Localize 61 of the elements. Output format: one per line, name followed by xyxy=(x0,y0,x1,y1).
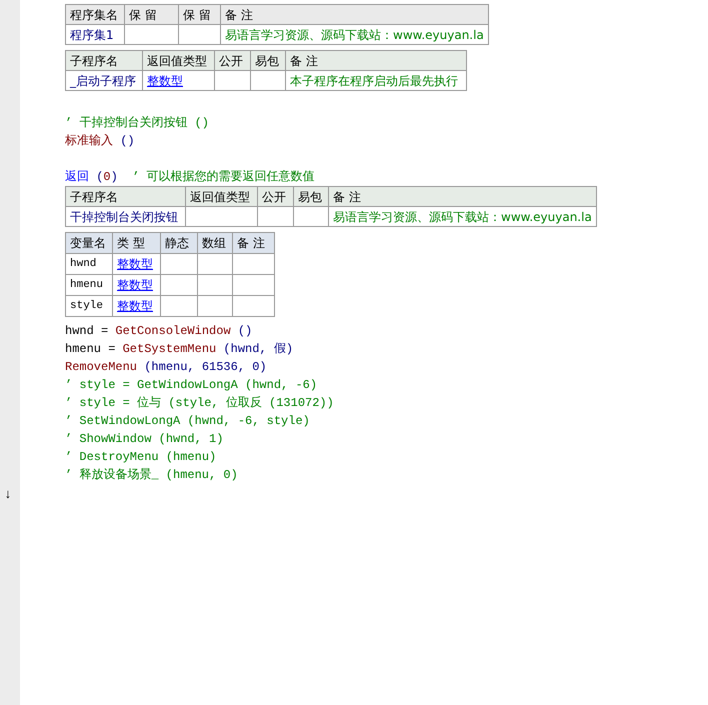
table-cell: 干掉控制台关闭按钮 xyxy=(66,206,186,226)
code-line: ’ style = 位与 (style, 位取反 (131072)) xyxy=(65,396,334,410)
table-cell: hwnd xyxy=(66,254,112,274)
table-cell xyxy=(160,296,198,316)
table-cell xyxy=(178,24,220,44)
code-line: hmenu = GetSystemMenu (hwnd, 假) xyxy=(65,342,294,356)
column-header: 返回值类型 xyxy=(142,50,214,70)
column-header: 子程序名 xyxy=(66,50,142,70)
code-line: 标准输入 () xyxy=(65,134,135,148)
table-cell xyxy=(186,206,258,226)
column-header: 子程序名 xyxy=(66,186,186,206)
column-header: 变量名 xyxy=(66,232,112,254)
table-cell xyxy=(294,206,328,226)
table-cell: 易语言学习资源、源码下载站：www.eyuyan.la xyxy=(220,24,488,44)
column-header: 备 注 xyxy=(232,232,274,254)
arrow-icon: ↓ xyxy=(4,488,12,501)
table-cell xyxy=(250,70,286,90)
table-cell: 易语言学习资源、源码下载站：www.eyuyan.la xyxy=(328,206,596,226)
column-header: 公开 xyxy=(214,50,250,70)
table-cell xyxy=(160,254,198,274)
code-line: ’ DestroyMenu (hmenu) xyxy=(65,450,216,464)
code-line: ’ 释放设备场景_ (hmenu, 0) xyxy=(65,468,238,482)
table-cell xyxy=(198,296,232,316)
column-header: 保 留 xyxy=(178,4,220,24)
table-cell xyxy=(124,24,178,44)
table-cell xyxy=(232,274,274,296)
code-line: RemoveMenu (hmenu, 61536, 0) xyxy=(65,360,267,374)
table-cell xyxy=(258,206,294,226)
table-cell: 整数型 xyxy=(142,70,214,90)
column-header: 备 注 xyxy=(220,4,488,24)
column-header: 返回值类型 xyxy=(186,186,258,206)
table-cell xyxy=(198,254,232,274)
column-header: 静态 xyxy=(160,232,198,254)
column-header: 保 留 xyxy=(124,4,178,24)
column-header: 类 型 xyxy=(112,232,160,254)
column-header: 易包 xyxy=(294,186,328,206)
table-cell xyxy=(214,70,250,90)
column-header: 备 注 xyxy=(286,50,466,70)
table-cell xyxy=(232,254,274,274)
code-line: ’ SetWindowLongA (hwnd, -6, style) xyxy=(65,414,310,428)
column-header: 程序集名 xyxy=(66,4,124,24)
column-header: 数组 xyxy=(198,232,232,254)
table-cell: 本子程序在程序启动后最先执行 xyxy=(286,70,466,90)
table-cell: 整数型 xyxy=(112,274,160,296)
table-cell xyxy=(160,274,198,296)
code-line: ’ style = GetWindowLongA (hwnd, -6) xyxy=(65,378,318,392)
column-header: 易包 xyxy=(250,50,286,70)
table-cell: _启动子程序 xyxy=(66,70,142,90)
table-cell xyxy=(232,296,274,316)
code-line: 返回 (0) ’ 可以根据您的需要返回任意数值 xyxy=(65,170,315,184)
code-line: hwnd = GetConsoleWindow () xyxy=(65,324,252,338)
table-cell: hmenu xyxy=(66,274,112,296)
table-cell xyxy=(198,274,232,296)
table-cell: 整数型 xyxy=(112,296,160,316)
table-cell: 程序集1 xyxy=(66,24,124,44)
table-cell: 整数型 xyxy=(112,254,160,274)
column-header: 公开 xyxy=(258,186,294,206)
code-line: ’ ShowWindow (hwnd, 1) xyxy=(65,432,224,446)
table-cell: style xyxy=(66,296,112,316)
code-line: ’ 干掉控制台关闭按钮 () xyxy=(65,116,210,130)
column-header: 备 注 xyxy=(328,186,596,206)
